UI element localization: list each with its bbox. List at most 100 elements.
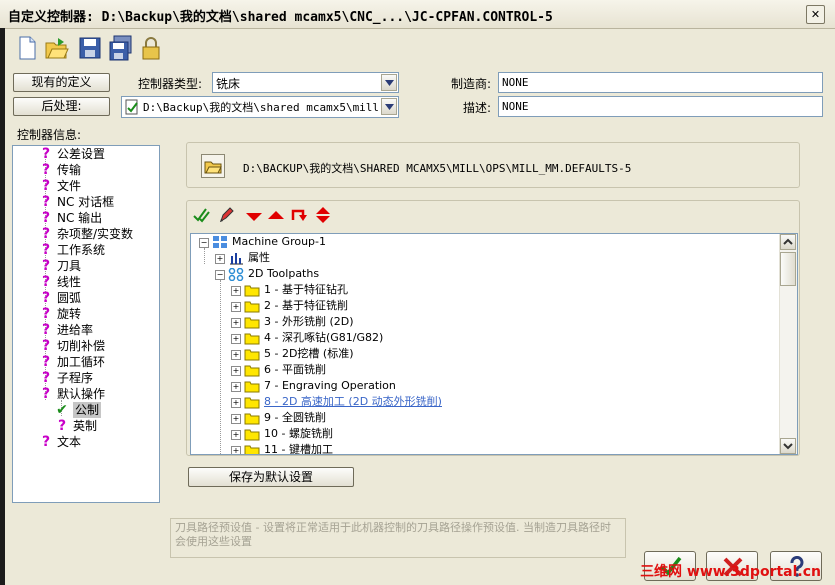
expand-icon[interactable]: + [231, 430, 241, 440]
question-icon: ? [41, 338, 51, 354]
manufacturer-field[interactable]: NONE [498, 72, 823, 93]
folder-icon [244, 349, 260, 361]
expand-icon[interactable]: + [231, 366, 241, 376]
controller-type-dropdown-button[interactable] [381, 74, 397, 91]
question-icon: ? [41, 242, 51, 258]
move-down-button[interactable] [245, 205, 263, 225]
expand-icon[interactable]: + [231, 446, 241, 454]
save-as-button[interactable] [108, 34, 134, 62]
expand-icon[interactable]: + [231, 382, 241, 392]
defaults-file-path: D:\BACKUP\我的文档\SHARED MCAMX5\MILL\OPS\MI… [243, 162, 632, 175]
controller-type-value: 铣床 [216, 77, 241, 91]
save-button[interactable] [77, 34, 103, 62]
machine-group-icon [213, 236, 227, 248]
controller-info-label: 控制器信息: [17, 128, 82, 142]
lock-button[interactable] [138, 34, 164, 62]
question-icon: ? [41, 178, 51, 194]
move-after-button[interactable] [290, 205, 308, 225]
question-icon: ? [41, 210, 51, 226]
tree-guide-line [204, 248, 205, 264]
operations-scrollbar[interactable] [779, 234, 797, 454]
hint-text: 刀具路径预设值 - 设置将正常适用于此机器控制的刀具路径操作预设值. 当制造刀具… [170, 518, 626, 558]
post-path-value: D:\Backup\我的文档\shared mcamx5\mill\po [143, 101, 379, 114]
question-icon: ? [41, 258, 51, 274]
controller-info-tree[interactable]: ? 公差设置 ? 传输 ? 文件 ? NC 对话框 ? NC 输出 ? 杂项整/实变数 ? 工… [12, 145, 160, 503]
open-file-button[interactable] [44, 34, 70, 62]
chevron-up-icon [783, 238, 793, 245]
expand-icon[interactable]: + [231, 302, 241, 312]
open-folder-icon [204, 161, 222, 174]
toolpath-group-icon [228, 268, 244, 281]
post-path-dropdown-button[interactable] [381, 98, 397, 115]
question-icon: ? [41, 306, 51, 322]
question-icon: ? [41, 194, 51, 210]
scroll-down-button[interactable] [780, 438, 796, 454]
folder-icon [244, 381, 260, 393]
description-field[interactable]: NONE [498, 96, 823, 117]
close-icon: ✕ [810, 8, 821, 21]
post-path-select[interactable]: D:\Backup\我的文档\shared mcamx5\mill\po [121, 96, 399, 118]
folder-icon [244, 301, 260, 313]
chevron-down-icon [783, 443, 793, 450]
pen-icon [220, 207, 234, 223]
controller-type-select[interactable]: 铣床 [212, 72, 399, 93]
operations-tree[interactable]: − Machine Group-1 + 属性 − 2D Toolpaths +1… [190, 233, 798, 455]
move-updown-button[interactable] [314, 205, 332, 225]
window-edge [0, 28, 5, 585]
up-down-arrow-icon [316, 207, 330, 223]
expand-icon[interactable]: + [231, 350, 241, 360]
lock-icon [142, 37, 160, 60]
chevron-down-icon [385, 104, 394, 110]
expand-icon[interactable]: + [215, 254, 225, 264]
browse-defaults-button[interactable] [201, 154, 225, 178]
expand-icon[interactable]: + [231, 286, 241, 296]
question-icon: ? [41, 290, 51, 306]
check-all-button[interactable] [193, 205, 211, 225]
existing-definition-button[interactable]: 现有的定义 [13, 73, 110, 92]
folder-icon [244, 429, 260, 441]
ops-properties-label: 属性 [248, 251, 270, 264]
question-icon: ? [41, 274, 51, 290]
edit-operation-button[interactable] [217, 205, 235, 225]
expand-icon[interactable]: + [231, 398, 241, 408]
arrow-down-icon [246, 213, 262, 221]
save-disk-icon [79, 37, 101, 59]
window-close-button[interactable]: ✕ [806, 5, 825, 24]
manufacturer-label: 制造商: [451, 77, 492, 91]
expand-icon[interactable]: + [231, 414, 241, 424]
new-file-icon [19, 36, 36, 60]
post-processor-button[interactable]: 后处理: [13, 97, 110, 116]
controller-type-label: 控制器类型: [138, 77, 203, 91]
question-icon: ? [41, 354, 51, 370]
save-as-default-button[interactable]: 保存为默认设置 [188, 467, 354, 487]
folder-icon [244, 333, 260, 345]
folder-icon [244, 397, 260, 409]
collapse-icon[interactable]: − [199, 238, 209, 248]
folder-icon [244, 413, 260, 425]
double-check-icon [193, 208, 210, 223]
folder-icon [244, 285, 260, 297]
folder-icon [244, 445, 260, 454]
properties-icon [230, 253, 243, 265]
post-file-check-icon [125, 99, 138, 115]
chevron-down-icon [385, 80, 394, 86]
ops-group-label: 2D Toolpaths [248, 267, 320, 280]
collapse-icon[interactable]: − [215, 270, 225, 280]
window-title: 自定义控制器: D:\Backup\我的文档\shared mcamx5\CNC… [8, 10, 553, 25]
expand-icon[interactable]: + [231, 334, 241, 344]
scroll-up-button[interactable] [780, 234, 796, 250]
question-icon: ? [41, 370, 51, 386]
open-folder-icon [45, 38, 69, 59]
folder-icon [244, 365, 260, 377]
question-icon: ? [41, 146, 51, 162]
scroll-thumb[interactable] [780, 252, 796, 286]
question-icon: ? [41, 322, 51, 338]
move-up-button[interactable] [267, 205, 285, 225]
question-icon: ? [41, 226, 51, 242]
folder-icon [244, 317, 260, 329]
arrow-up-icon [268, 211, 284, 219]
question-icon: ? [41, 162, 51, 178]
new-file-button[interactable] [14, 34, 40, 62]
question-icon: ? [41, 434, 51, 450]
expand-icon[interactable]: + [231, 318, 241, 328]
